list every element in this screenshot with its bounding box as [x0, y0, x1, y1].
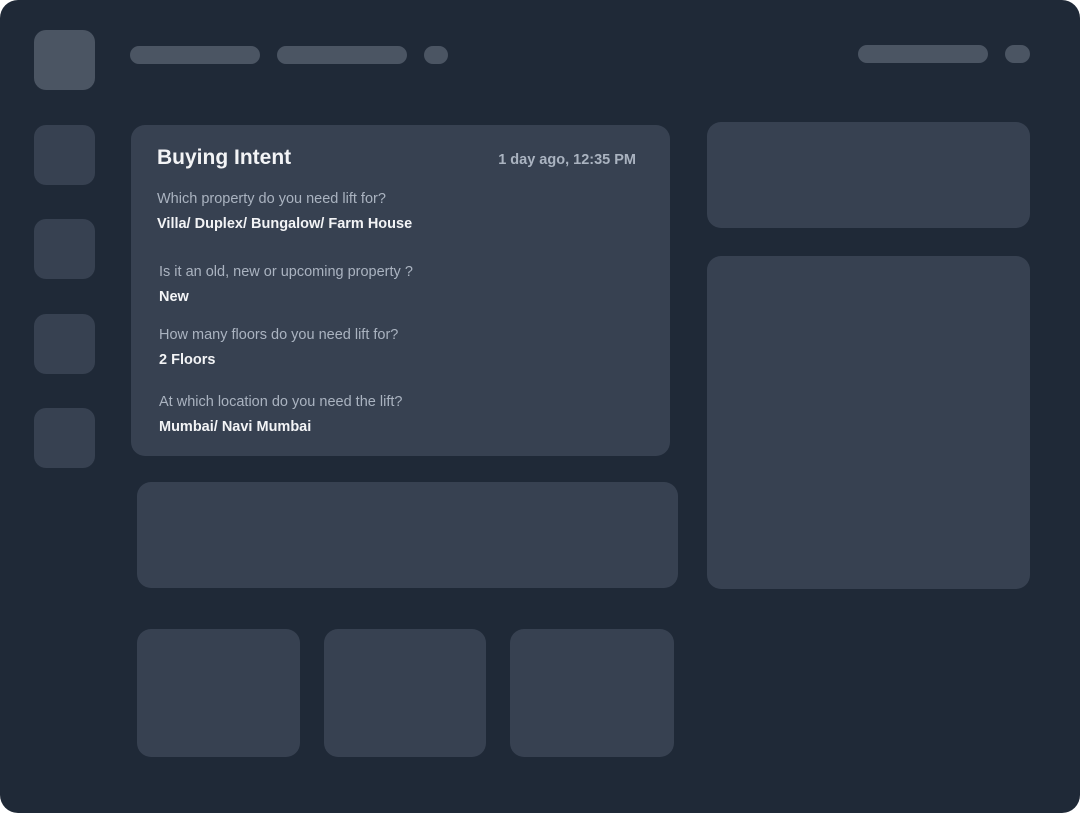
card-timestamp: 1 day ago, 12:35 PM [498, 152, 636, 168]
avatar-placeholder[interactable] [1005, 45, 1030, 63]
tile-placeholder [324, 629, 486, 757]
answer-text: New [159, 289, 189, 305]
nav-item-placeholder[interactable] [130, 46, 260, 64]
tile-placeholder [137, 629, 300, 757]
header-search-placeholder[interactable] [858, 45, 988, 63]
sidebar-item-placeholder[interactable] [34, 408, 95, 468]
right-panel-placeholder [707, 122, 1030, 228]
answer-text: Mumbai/ Navi Mumbai [159, 419, 312, 435]
qa-item: At which location do you need the lift? … [159, 393, 402, 436]
card-title: Buying Intent [157, 146, 292, 169]
app-window: Buying Intent 1 day ago, 12:35 PM Which … [0, 0, 1080, 813]
logo-placeholder [34, 30, 95, 90]
question-text: How many floors do you need lift for? [159, 327, 399, 343]
sidebar-item-placeholder[interactable] [34, 314, 95, 374]
qa-item: How many floors do you need lift for? 2 … [159, 326, 398, 369]
answer-text: 2 Floors [159, 352, 216, 368]
content-panel-placeholder [137, 482, 678, 588]
question-text: Is it an old, new or upcoming property ? [159, 264, 413, 280]
nav-item-placeholder[interactable] [277, 46, 407, 64]
qa-item: Which property do you need lift for? Vil… [157, 190, 412, 233]
question-text: Which property do you need lift for? [157, 191, 386, 207]
sidebar-item-placeholder[interactable] [34, 219, 95, 279]
nav-item-placeholder[interactable] [424, 46, 448, 64]
answer-text: Villa/ Duplex/ Bungalow/ Farm House [157, 216, 413, 232]
tile-placeholder [510, 629, 674, 757]
qa-item: Is it an old, new or upcoming property ?… [159, 263, 413, 306]
buying-intent-card: Buying Intent 1 day ago, 12:35 PM Which … [131, 125, 670, 456]
sidebar-item-placeholder[interactable] [34, 125, 95, 185]
right-panel-tall-placeholder [707, 256, 1030, 589]
question-text: At which location do you need the lift? [159, 394, 403, 410]
